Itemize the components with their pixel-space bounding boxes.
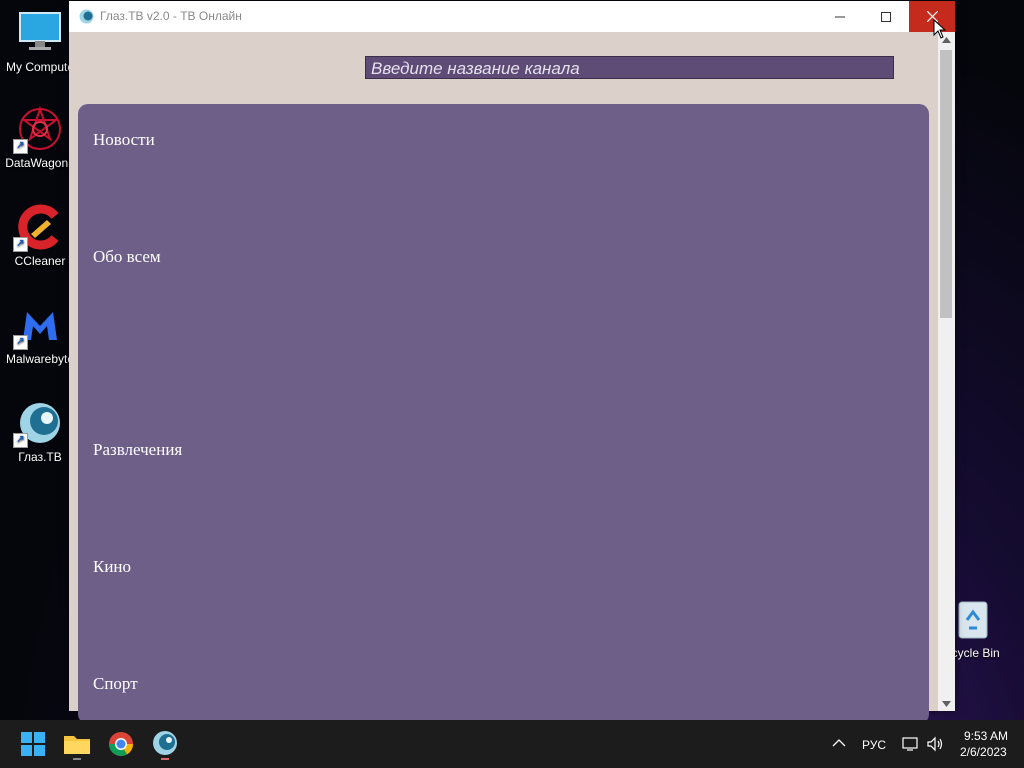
desktop-icon-label: Malwarebyte: [5, 352, 75, 366]
clock-time[interactable]: 9:53 AM: [964, 729, 1008, 743]
monitor-icon: [17, 10, 63, 56]
maximize-icon: [881, 11, 891, 22]
chrome-icon: [109, 732, 133, 757]
chevron-up-icon[interactable]: [832, 738, 846, 748]
shortcut-arrow-icon: ↗: [13, 237, 28, 252]
desktop-icon-label: Глаз.ТВ: [18, 450, 62, 464]
categories-panel: Новости Обо всем Развлечения Кино Спорт: [78, 104, 929, 724]
desktop-icon-malwarebytes[interactable]: ↗ Malwarebyte: [0, 302, 80, 366]
taskbar-chrome[interactable]: [105, 728, 137, 760]
channel-search-input[interactable]: Введите название канала: [365, 56, 894, 79]
glaz-tv-icon: [153, 731, 177, 760]
scroll-down-icon[interactable]: [942, 701, 951, 707]
desktop-icon-label: CCleaner: [14, 254, 66, 268]
shortcut-arrow-icon: ↗: [13, 139, 28, 154]
clock-date[interactable]: 2/6/2023: [960, 745, 1007, 759]
category-sport[interactable]: Спорт: [93, 674, 138, 694]
desktop-icon-label: My Compute: [5, 60, 75, 74]
shortcut-arrow-icon: ↗: [13, 335, 28, 350]
desktop-icon-my-computer[interactable]: My Compute: [0, 10, 80, 74]
category-movies[interactable]: Кино: [93, 557, 131, 577]
maximize-button[interactable]: [863, 1, 909, 32]
folder-icon: [64, 736, 90, 760]
app-logo-icon: [79, 9, 94, 24]
desktop-icon-ccleaner[interactable]: ↗ CCleaner: [0, 204, 80, 268]
language-indicator[interactable]: РУС: [862, 738, 886, 752]
vertical-scrollbar[interactable]: [938, 32, 955, 711]
glaz-tv-icon: ↗: [13, 400, 63, 448]
taskbar-file-explorer[interactable]: [61, 728, 93, 760]
scrollbar-thumb[interactable]: [940, 50, 952, 318]
taskbar-glaz-tv[interactable]: [149, 728, 181, 760]
mouse-cursor-icon: [933, 19, 947, 39]
windows-logo-icon: [21, 732, 45, 756]
title-bar[interactable]: Глаз.ТВ v2.0 - ТВ Онлайн: [69, 1, 955, 32]
desktop-icon-recycle-bin[interactable]: ecycle Bin: [945, 596, 1024, 660]
minimize-button[interactable]: [817, 1, 863, 32]
malwarebytes-icon: ↗: [13, 302, 63, 350]
minimize-icon: [835, 16, 845, 17]
recycle-bin-icon: [953, 596, 999, 642]
shortcut-arrow-icon: ↗: [13, 433, 28, 448]
taskbar: РУС 9:53 AM 2/6/2023: [0, 720, 1024, 768]
desktop-icon-label: DataWagon..: [5, 156, 75, 170]
ccleaner-icon: ↗: [13, 204, 63, 252]
start-button[interactable]: [17, 728, 49, 760]
volume-icon[interactable]: [926, 735, 944, 753]
category-about-everything[interactable]: Обо всем: [93, 247, 161, 267]
app-window: Глаз.ТВ v2.0 - ТВ Онлайн Введите названи…: [69, 1, 955, 724]
close-button[interactable]: [909, 1, 955, 32]
recycle-bin-label: ecycle Bin: [945, 646, 1000, 660]
category-entertainment[interactable]: Развлечения: [93, 440, 182, 460]
window-title: Глаз.ТВ v2.0 - ТВ Онлайн: [100, 9, 242, 23]
desktop-icon-glaz-tv[interactable]: ↗ Глаз.ТВ: [0, 400, 80, 464]
datawagon-icon: ↗: [13, 105, 63, 154]
network-icon[interactable]: [902, 736, 920, 752]
category-news[interactable]: Новости: [93, 130, 155, 150]
desktop-icon-datawagon[interactable]: ↗ DataWagon..: [0, 105, 80, 170]
